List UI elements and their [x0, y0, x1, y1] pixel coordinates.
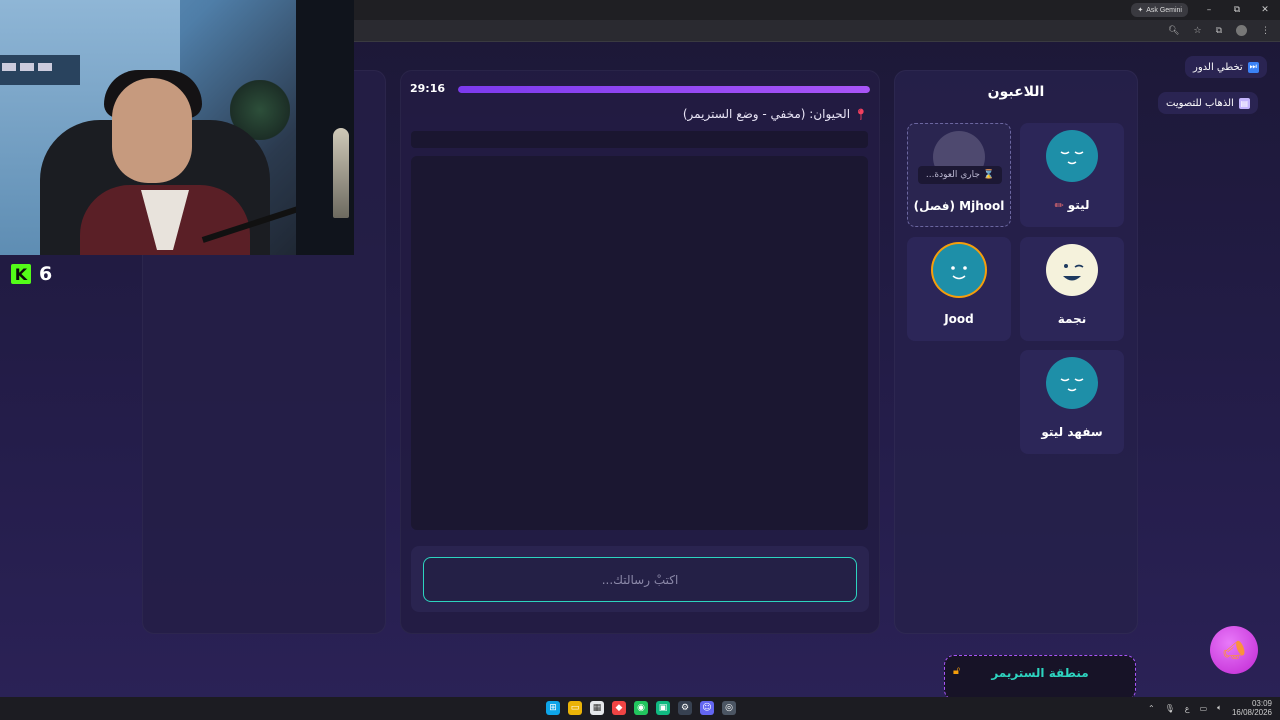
- player-avatar: [1046, 357, 1098, 409]
- pencil-icon: ✏: [1054, 198, 1064, 212]
- streamer-zone-title: منطقة الستريمر: [991, 666, 1089, 680]
- kick-logo-icon: K: [11, 264, 31, 284]
- ask-gemini-button[interactable]: ✦ Ask Gemini: [1131, 3, 1188, 17]
- file-explorer-icon[interactable]: ▭: [568, 701, 582, 715]
- ask-gemini-label: Ask Gemini: [1146, 6, 1182, 14]
- go-vote-button[interactable]: ▤ الذهاب للتصويت: [1158, 92, 1258, 114]
- skip-icon: ⏭: [1247, 61, 1259, 73]
- megaphone-icon: 📣︎: [1222, 639, 1246, 661]
- kick-viewer-badge: K 6: [11, 263, 52, 285]
- steam-icon[interactable]: ◎: [722, 701, 736, 715]
- animal-hint-text: الحيوان: (مخفي - وضع الستريمر): [682, 107, 851, 121]
- pin-icon: 📍︎: [854, 107, 868, 121]
- player-name: سفهد ليتو: [1041, 425, 1103, 439]
- player-card[interactable]: ليتو ✏: [1020, 123, 1124, 227]
- mic-icon[interactable]: 🎙︎: [1165, 704, 1175, 713]
- close-button[interactable]: ✕: [1258, 5, 1272, 15]
- animal-hint: 📍︎ الحيوان: (مخفي - وضع الستريمر): [683, 107, 868, 121]
- chrome-icon[interactable]: ◉: [634, 701, 648, 715]
- drawing-canvas[interactable]: [411, 156, 868, 530]
- extensions-icon[interactable]: ⧉: [1216, 26, 1222, 36]
- maximize-button[interactable]: ⧉: [1230, 5, 1244, 15]
- word-hint-bar: [411, 131, 868, 148]
- player-card[interactable]: نجمة: [1020, 237, 1124, 341]
- webcam-overlay: [0, 0, 354, 255]
- wink-face-icon: [1063, 264, 1084, 281]
- gemini-icon: ✦: [1137, 7, 1144, 14]
- minimize-button[interactable]: –: [1202, 5, 1216, 15]
- timer-progress-fill: [458, 86, 870, 93]
- timer-progress-bar: [458, 86, 870, 93]
- player-name: Mjhool (فصل): [913, 199, 1005, 213]
- brave-icon[interactable]: ◆: [612, 701, 626, 715]
- megaphone-button[interactable]: 📣︎: [1210, 626, 1258, 674]
- streamer-zone[interactable]: 🔓︎ منطقة الستريمر: [944, 655, 1136, 700]
- player-name: Jood: [944, 312, 974, 326]
- settings-icon[interactable]: ⚙: [678, 701, 692, 715]
- clipboard-icon: ▤: [1238, 97, 1250, 109]
- calendar-icon[interactable]: ▦: [590, 701, 604, 715]
- chat-input[interactable]: [423, 557, 857, 602]
- app-icon[interactable]: ▣: [656, 701, 670, 715]
- player-name: نجمة: [1057, 312, 1087, 326]
- player-avatar: [933, 244, 985, 296]
- tray-chevron-icon[interactable]: ⌃: [1148, 704, 1155, 713]
- browser-menu-icon[interactable]: ⋮: [1261, 26, 1270, 36]
- sleepy-face-icon: [1060, 378, 1084, 392]
- language-indicator[interactable]: ع: [1185, 704, 1190, 713]
- player-avatar: [1046, 244, 1098, 296]
- smile-face-icon: [951, 266, 967, 280]
- hourglass-icon: ⌛: [982, 170, 995, 180]
- network-icon[interactable]: ▭: [1200, 704, 1208, 713]
- viewer-count: 6: [39, 263, 53, 285]
- volume-icon[interactable]: 🔈︎: [1217, 703, 1222, 713]
- taskbar-clock[interactable]: 03:09 16/08/2026: [1232, 699, 1272, 717]
- bookmark-star-icon[interactable]: ☆: [1193, 26, 1201, 36]
- windows-taskbar: ⊞ ▭ ▦ ◆ ◉ ▣ ⚙ ☺ ◎ ⌃ 🎙︎ ع ▭ 🔈︎ 03:09 16/0…: [0, 697, 1280, 720]
- player-card[interactable]: Jood: [907, 237, 1011, 341]
- profile-avatar[interactable]: [1236, 25, 1247, 36]
- players-title: اللاعبون: [987, 84, 1045, 100]
- player-name: ليتو ✏: [1054, 198, 1090, 212]
- player-avatar: [1046, 130, 1098, 182]
- discord-icon[interactable]: ☺: [700, 701, 714, 715]
- reconnect-status: ⌛ جاري العودة...: [918, 166, 1002, 184]
- start-icon[interactable]: ⊞: [546, 701, 560, 715]
- skip-turn-button[interactable]: ⏭ تخطي الدور: [1185, 56, 1267, 78]
- player-card[interactable]: ⌛ جاري العودة... Mjhool (فصل): [907, 123, 1011, 227]
- unlock-icon: 🔓︎: [953, 664, 961, 677]
- round-timer: 29:16: [410, 82, 446, 95]
- sleepy-face-icon: [1060, 151, 1084, 165]
- zoom-icon[interactable]: 🔍︎: [1168, 26, 1179, 36]
- player-card[interactable]: سفهد ليتو: [1020, 350, 1124, 454]
